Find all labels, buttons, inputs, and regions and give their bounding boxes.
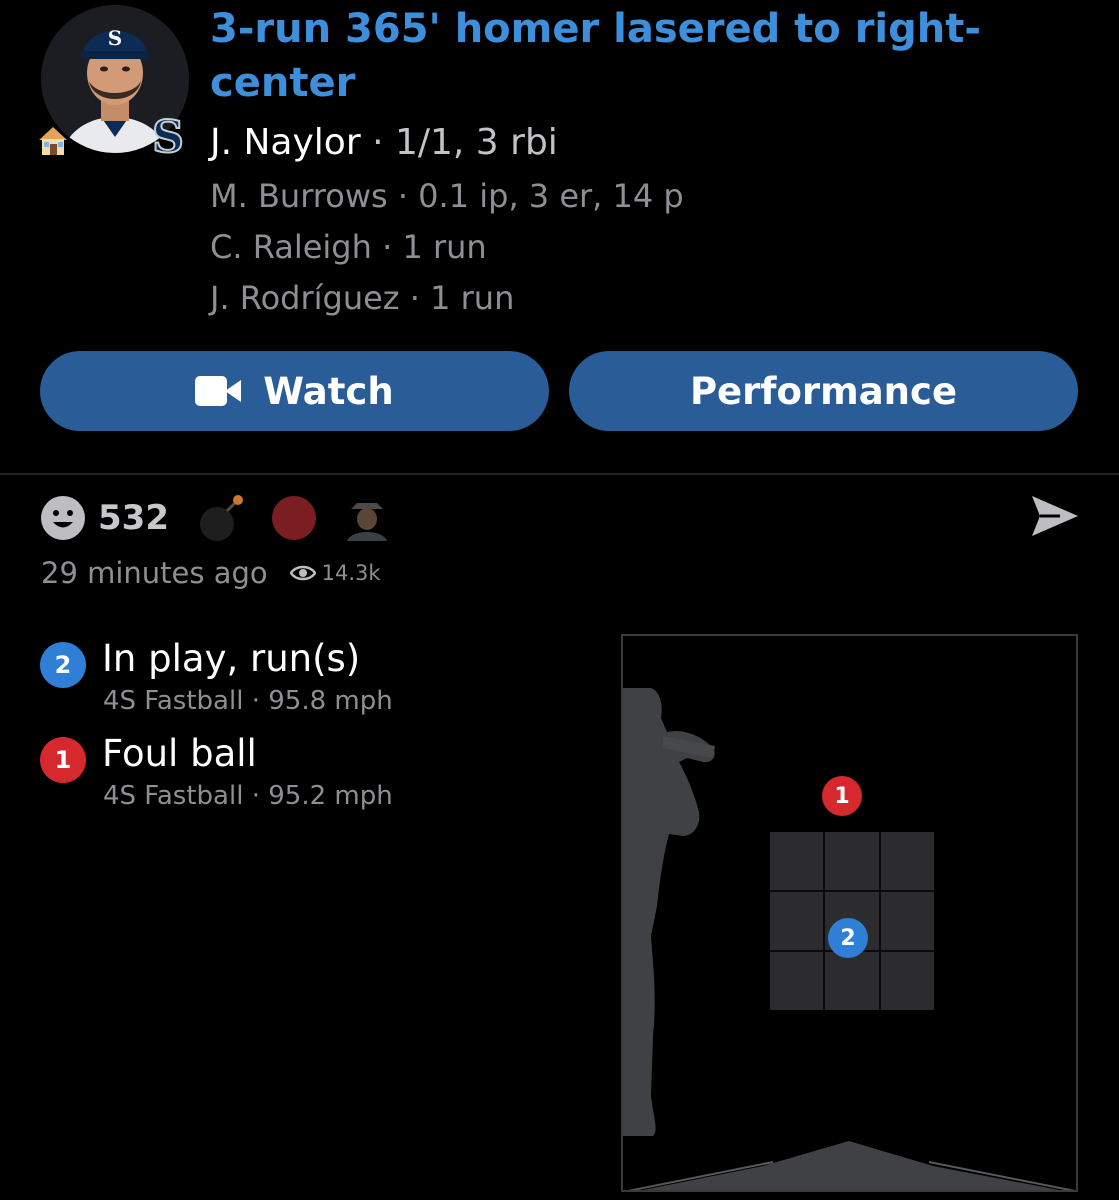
share-send-icon[interactable]: [1030, 494, 1080, 538]
pitch-speed: 95.2 mph: [268, 781, 393, 811]
batter-stat: 1/1, 3 rbi: [394, 122, 558, 163]
pitch-type: 4S Fastball: [103, 686, 244, 716]
pitch-list-item[interactable]: 2 In play, run(s) 4S Fastball · 95.8 mph: [40, 636, 600, 726]
zone-cell: [825, 832, 879, 890]
runner-name[interactable]: J. Rodríguez: [210, 279, 400, 317]
runner-line: C. Raleigh · 1 run: [210, 227, 487, 267]
svg-text:S: S: [152, 112, 184, 160]
pitch-list-item[interactable]: 1 Foul ball 4S Fastball · 95.2 mph: [40, 731, 600, 821]
play-title[interactable]: 3-run 365' homer lasered to right-center: [210, 2, 1070, 110]
video-camera-icon: [195, 376, 242, 406]
timestamp: 29 minutes ago: [41, 556, 268, 590]
separator: ·: [243, 686, 269, 716]
zone-cell: [770, 832, 824, 890]
bomb-emoji-icon[interactable]: [197, 494, 249, 542]
pitch-number-badge: 2: [40, 642, 86, 688]
watch-button[interactable]: Watch: [40, 351, 549, 431]
separator: ·: [243, 781, 269, 811]
batter-name[interactable]: J. Naylor: [210, 122, 361, 163]
pitch-result: In play, run(s): [102, 637, 361, 680]
custom-emoji-icon[interactable]: [343, 495, 391, 541]
home-team-icon: [39, 127, 67, 155]
watch-label: Watch: [263, 369, 394, 413]
runner-stat: 1 run: [430, 279, 515, 317]
zone-cell: [880, 952, 934, 1010]
eye-icon: [289, 565, 316, 581]
batter-line: J. Naylor · 1/1, 3 rbi: [210, 120, 558, 166]
svg-text:S: S: [108, 26, 122, 50]
pitcher-name[interactable]: M. Burrows: [210, 177, 388, 215]
pitch-type: 4S Fastball: [103, 781, 244, 811]
runner-name[interactable]: C. Raleigh: [210, 228, 372, 266]
pitch-result: Foul ball: [102, 732, 257, 775]
zone-cell: [880, 892, 934, 950]
pitcher-stat: 0.1 ip, 3 er, 14 p: [418, 177, 684, 215]
performance-button[interactable]: Performance: [569, 351, 1078, 431]
zone-cell: [825, 952, 879, 1010]
zone-cell: [770, 892, 824, 950]
separator: ·: [360, 122, 395, 163]
separator: ·: [399, 279, 431, 317]
pitch-location-marker[interactable]: 2: [828, 918, 868, 958]
reaction-count: 532: [98, 498, 169, 538]
pitch-detail: 4S Fastball · 95.2 mph: [103, 781, 393, 811]
runner-stat: 1 run: [402, 228, 487, 266]
pitch-number-badge: 1: [40, 737, 86, 783]
smiley-reaction-icon[interactable]: [40, 495, 86, 541]
reaction-row: 532: [40, 493, 391, 543]
divider: [0, 473, 1119, 475]
pitch-location-marker[interactable]: 1: [822, 776, 862, 816]
zone-cell: [770, 952, 824, 1010]
runner-line: J. Rodríguez · 1 run: [210, 278, 514, 318]
zone-cell: [880, 832, 934, 890]
pitch-detail: 4S Fastball · 95.8 mph: [103, 686, 393, 716]
meta-row: 29 minutes ago 14.3k: [41, 556, 381, 590]
pitcher-line: M. Burrows · 0.1 ip, 3 er, 14 p: [210, 176, 684, 216]
play-card: S S 3-run 365' homer lasered to right-ce…: [0, 0, 1119, 1200]
separator: ·: [371, 228, 403, 266]
mariners-logo-icon: S: [151, 111, 185, 160]
separator: ·: [387, 177, 419, 215]
view-count: 14.3k: [321, 561, 381, 585]
pitch-speed: 95.8 mph: [268, 686, 393, 716]
performance-label: Performance: [689, 369, 958, 413]
red-circle-emoji-icon[interactable]: [271, 495, 317, 541]
